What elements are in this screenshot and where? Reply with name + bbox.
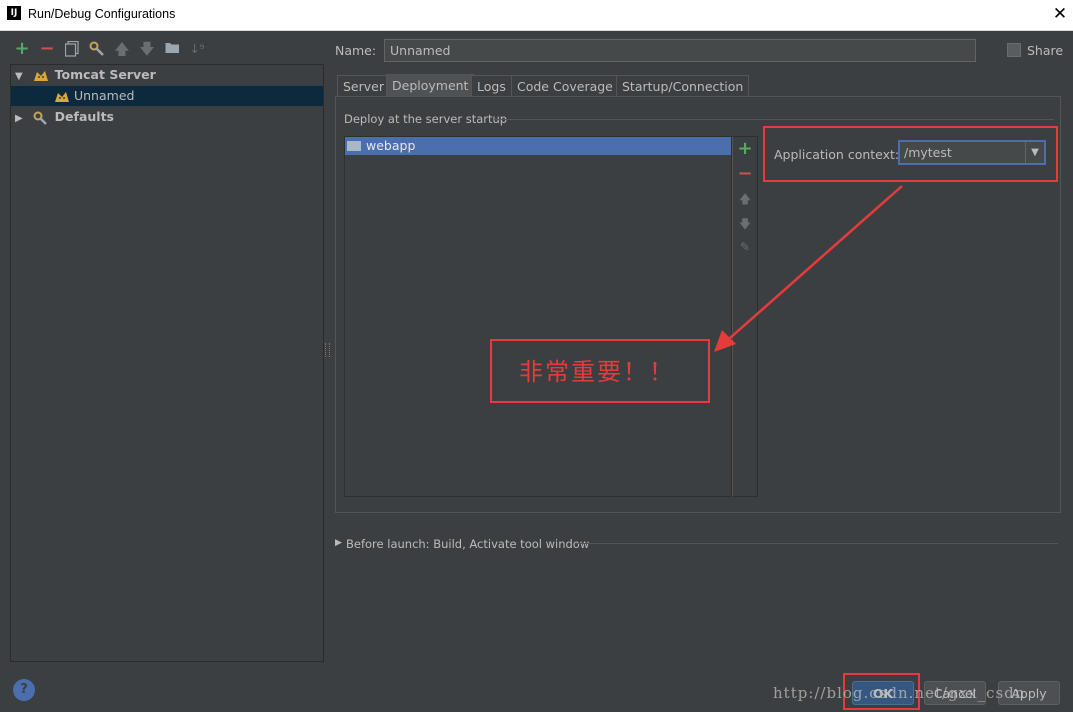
tomcat-icon [33,69,49,83]
share-checkbox[interactable] [1007,43,1021,57]
sort-icon[interactable]: ↓⁹ [189,41,205,57]
add-artifact-icon[interactable]: + [736,138,754,159]
highlight-box-context [763,126,1058,182]
tab-code-coverage[interactable]: Code Coverage [511,75,619,97]
before-launch-label[interactable]: Before launch: Build, Activate tool wind… [346,537,589,551]
window-title: Run/Debug Configurations [28,7,176,21]
app-icon: IJ [7,6,21,20]
tab-server[interactable]: Server [337,75,390,97]
tree-item-label: Tomcat Server [54,67,156,82]
collapse-arrow-icon: ▶ [15,113,23,124]
tab-logs[interactable]: Logs [471,75,512,97]
annotation-arrow [714,185,903,352]
splitter-handle[interactable] [325,343,330,357]
remove-icon[interactable]: − [39,40,55,58]
config-tree: ▼ Tomcat Server Unnamed ▶ Defaults [10,64,324,662]
defaults-wrench-icon [33,111,49,125]
section-divider [494,119,1054,120]
share-label: Share [1027,43,1064,58]
tab-deployment[interactable]: Deployment [386,74,475,97]
wrench-icon[interactable] [89,41,105,57]
tomcat-icon [54,90,70,104]
list-item-webapp[interactable]: webapp [345,137,731,155]
add-icon[interactable]: + [14,40,30,58]
deploy-section-label: Deploy at the server startup [344,112,508,126]
section-divider [576,543,1058,544]
tree-item-label: Unnamed [73,88,135,103]
list-item-label: webapp [366,138,416,153]
move-down-icon[interactable]: 🡇 [139,41,155,57]
name-label: Name: [335,43,377,58]
help-icon[interactable]: ? [13,679,35,701]
folder-icon[interactable] [164,41,180,57]
watermark: http://blog.csdn.net/gxx_csdn [773,684,1026,702]
expand-arrow-icon: ▼ [15,71,23,82]
expand-arrow-icon[interactable]: ▶ [335,538,342,548]
tree-item-unnamed[interactable]: Unnamed [11,86,323,106]
copy-icon[interactable] [64,40,80,57]
tree-item-defaults[interactable]: ▶ Defaults [11,107,323,127]
name-input[interactable] [384,39,976,62]
tree-item-tomcat-server[interactable]: ▼ Tomcat Server [11,65,323,85]
move-up-icon[interactable]: 🡅 [114,41,130,57]
deploy-artifact-list[interactable] [344,136,732,497]
annotation-text: 非常重要！！ [519,358,675,386]
tab-startup-connection[interactable]: Startup/Connection [616,75,750,97]
tree-item-label: Defaults [54,109,114,124]
folder-icon [347,140,361,151]
close-icon[interactable]: ✕ [1050,3,1070,25]
